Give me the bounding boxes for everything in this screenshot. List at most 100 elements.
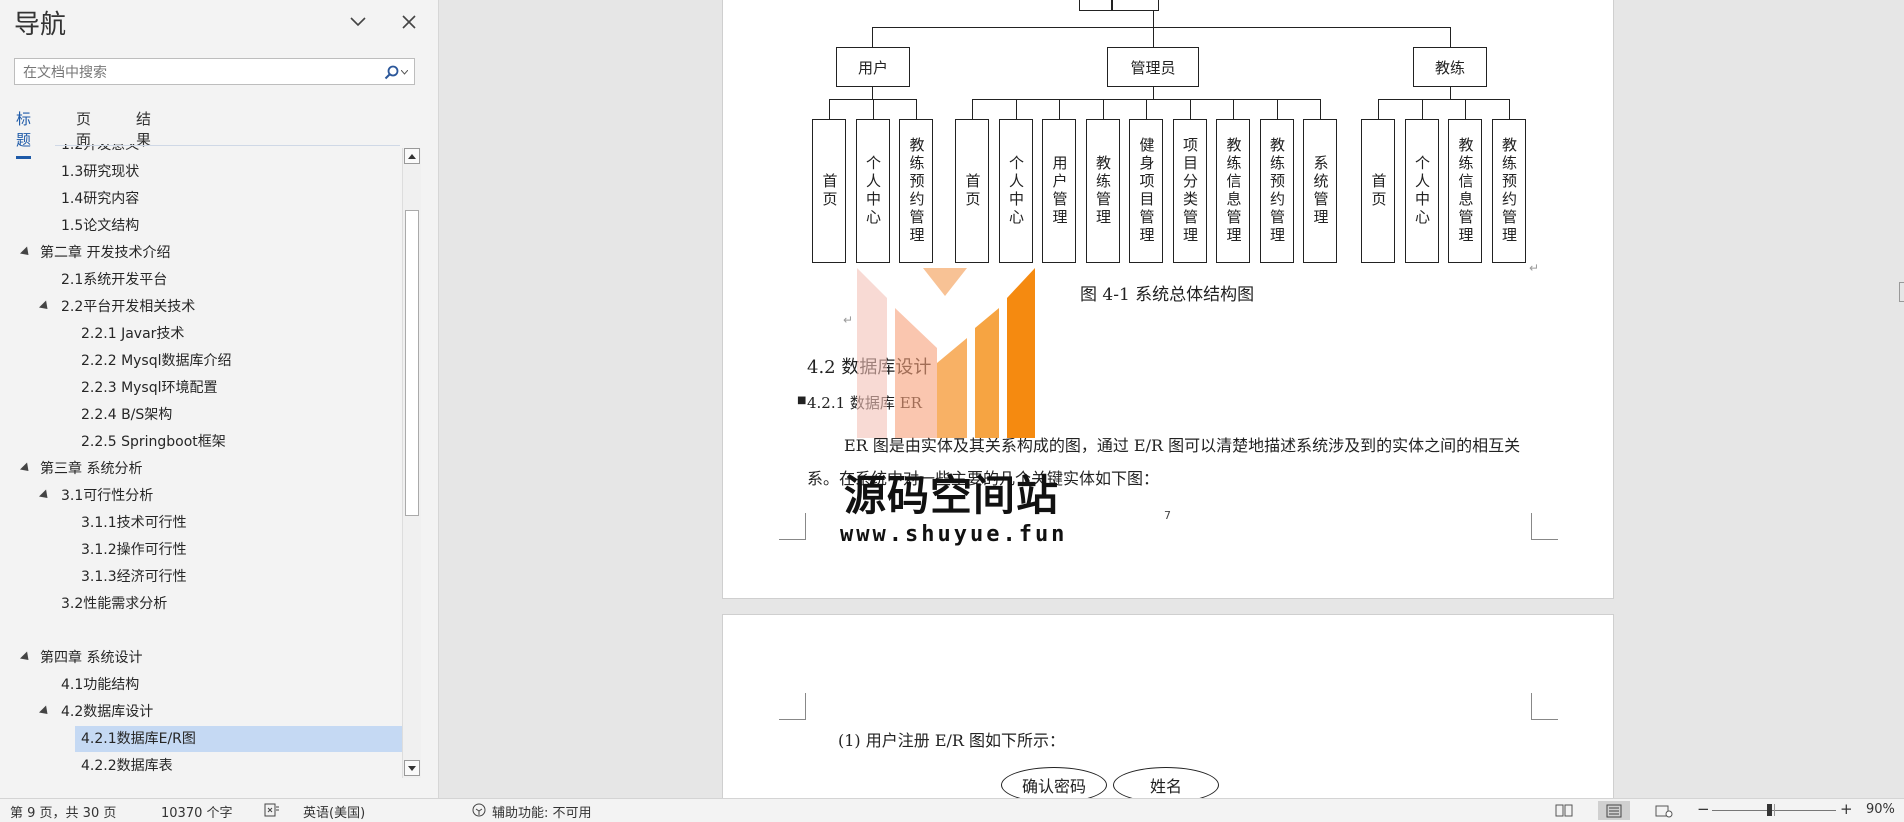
tree-item[interactable]: 3.1.1技术可行性: [0, 510, 402, 536]
page-number: 7: [1164, 509, 1171, 522]
tree-item[interactable]: 4.1功能结构: [0, 672, 402, 698]
zoom-level[interactable]: 90%: [1866, 802, 1895, 817]
read-mode-icon: [1555, 804, 1573, 817]
language[interactable]: 英语(美国): [303, 802, 365, 821]
zoom-out-button[interactable]: −: [1697, 800, 1710, 818]
tree-item-label: 2.1系统开发平台: [61, 272, 168, 288]
navigation-pane: 导航 标题 页面 结果 1.2开发意义1.3研究现状1.4研究内容1.5论文结构…: [0, 0, 439, 798]
chevron-down-icon[interactable]: [346, 10, 370, 34]
diagram-leaf-node: 用户管理: [1042, 119, 1076, 263]
diagram-leaf-node: 个人中心: [998, 119, 1033, 263]
diagram-line: [1378, 99, 1509, 100]
tree-item[interactable]: 1.5论文结构: [0, 213, 402, 239]
diagram-line: [1158, 0, 1159, 11]
dropdown-arrow-icon: [401, 69, 408, 75]
search-button[interactable]: [378, 62, 408, 82]
tree-item[interactable]: 2.2.3 Mysql环境配置: [0, 375, 402, 401]
diagram-leaf-node: 教练信息管理: [1448, 119, 1482, 263]
collapse-arrow-icon[interactable]: [38, 705, 52, 718]
diagram-leaf-node: 个人中心: [855, 119, 890, 263]
tree-item[interactable]: 2.2.5 Springboot框架: [0, 429, 402, 455]
tree-item[interactable]: 3.2性能需求分析: [0, 591, 402, 617]
tree-item-label: 1.5论文结构: [61, 218, 140, 234]
tree-item-label: 4.2数据库设计: [61, 704, 154, 720]
tree-item[interactable]: 1.2开发意义: [0, 144, 402, 158]
tree-item-label: 4.2.2数据库表: [81, 758, 173, 774]
diagram-leaf-node: 首页: [812, 119, 846, 263]
zoom-slider-thumb[interactable]: [1767, 804, 1772, 816]
diagram-leaf-node: 项目分类管理: [1172, 119, 1207, 263]
tree-item[interactable]: 1.3研究现状: [0, 159, 402, 185]
paragraph-mark: ↵: [843, 313, 854, 327]
scroll-thumb[interactable]: [405, 210, 419, 516]
word-count[interactable]: 10370 个字: [161, 802, 233, 821]
collapse-arrow-icon[interactable]: [19, 651, 33, 664]
close-icon[interactable]: [397, 10, 421, 34]
tree-item[interactable]: [0, 618, 402, 644]
diagram-leaf-node: 健身项目管理: [1129, 119, 1163, 263]
scroll-down-button[interactable]: [404, 760, 420, 776]
tree-item[interactable]: 2.1系统开发平台: [0, 267, 402, 293]
diagram-leaf-node: 教练信息管理: [1216, 119, 1250, 263]
tree-item[interactable]: 1.4研究内容: [0, 186, 402, 212]
tree-item[interactable]: 第二章 开发技术介绍: [0, 240, 402, 266]
diagram-line: [1450, 27, 1451, 47]
tree-item[interactable]: 3.1可行性分析: [0, 483, 402, 509]
tree-item-label: 第二章 开发技术介绍: [40, 245, 171, 261]
status-bar: 第 9 页，共 30 页 10370 个字 英语(美国) 辅助功能: 不可用 −…: [0, 798, 1904, 822]
collapse-arrow-icon[interactable]: [19, 462, 33, 475]
tree-item[interactable]: 2.2.4 B/S架构: [0, 402, 402, 428]
zoom-slider[interactable]: [1712, 804, 1836, 816]
tree-item[interactable]: 4.2数据库设计: [0, 699, 402, 725]
collapse-arrow-icon[interactable]: [19, 246, 33, 259]
accessibility-icon[interactable]: [471, 803, 487, 822]
bullet-marker: ■: [797, 395, 807, 406]
collapse-arrow-icon[interactable]: [38, 489, 52, 502]
diagram-leaf-node: 个人中心: [1404, 119, 1439, 263]
scroll-up-button[interactable]: [404, 148, 420, 164]
tree-item-selected[interactable]: 4.2.1数据库E/R图: [75, 726, 402, 752]
tree-item-label: 4.1功能结构: [61, 677, 140, 693]
collapse-arrow-icon[interactable]: [38, 300, 52, 313]
watermark-url: www.shuyue.fun: [840, 522, 1068, 547]
er-item-1: (1) 用户注册 E/R 图如下所示：: [838, 731, 1066, 750]
accessibility-status[interactable]: 辅助功能: 不可用: [492, 802, 592, 821]
tree-item[interactable]: 3.1.3经济可行性: [0, 564, 402, 590]
tree-item[interactable]: 3.1.2操作可行性: [0, 537, 402, 563]
tree-item-label: 第四章 系统设计: [40, 650, 143, 666]
tree-item[interactable]: 第三章 系统分析: [0, 456, 402, 482]
tree-item[interactable]: 2.2.1 Javar技术: [0, 321, 402, 347]
diagram-leaf-node: 首页: [955, 119, 989, 263]
diagram-leaf-node: 系统管理: [1303, 119, 1337, 263]
read-mode-button[interactable]: [1548, 801, 1580, 820]
tree-item[interactable]: 4.2.2数据库表: [0, 753, 402, 779]
tree-item-label: 3.2性能需求分析: [61, 596, 168, 612]
watermark-name: 源码空间站: [844, 471, 1060, 520]
diagram-leaf-node: 教练预约管理: [1491, 119, 1526, 263]
search-field[interactable]: [14, 58, 415, 85]
document-page[interactable]: (1) 用户注册 E/R 图如下所示： 确认密码 姓名: [722, 614, 1614, 798]
document-area[interactable]: 用户 管理员 教练 首页 个人中心 教练预约管理 首页 个人中心 用户管理 教练管理 健身项目…: [439, 0, 1904, 798]
diagram-line: [1079, 10, 1159, 11]
tree-item-label: 2.2.3 Mysql环境配置: [81, 380, 218, 396]
tree-item-label: 3.1.3经济可行性: [81, 569, 187, 585]
tree-item[interactable]: 第四章 系统设计: [0, 645, 402, 671]
vertical-scrollbar[interactable]: [402, 148, 421, 778]
tree-item[interactable]: 2.2.2 Mysql数据库介绍: [0, 348, 402, 374]
diagram-leaf-node: 首页: [1361, 119, 1395, 263]
diagram-line: [872, 27, 1451, 28]
diagram-leaf-node: 教练预约管理: [1259, 119, 1294, 263]
diagram-line: [1153, 11, 1154, 47]
search-input[interactable]: [21, 62, 365, 83]
crop-mark: [779, 693, 806, 720]
tree-item-label: 3.1.1技术可行性: [81, 515, 187, 531]
web-layout-button[interactable]: [1648, 801, 1680, 820]
print-layout-button[interactable]: [1598, 801, 1630, 820]
zoom-in-button[interactable]: +: [1840, 800, 1853, 818]
page-count[interactable]: 第 9 页，共 30 页: [10, 802, 116, 821]
tree-item[interactable]: 2.2平台开发相关技术: [0, 294, 402, 320]
role-node-admin: 管理员: [1107, 47, 1199, 87]
diagram-leaf-node: 教练预约管理: [899, 119, 933, 263]
proofing-icon[interactable]: [264, 803, 280, 821]
crop-mark: [1531, 693, 1558, 720]
